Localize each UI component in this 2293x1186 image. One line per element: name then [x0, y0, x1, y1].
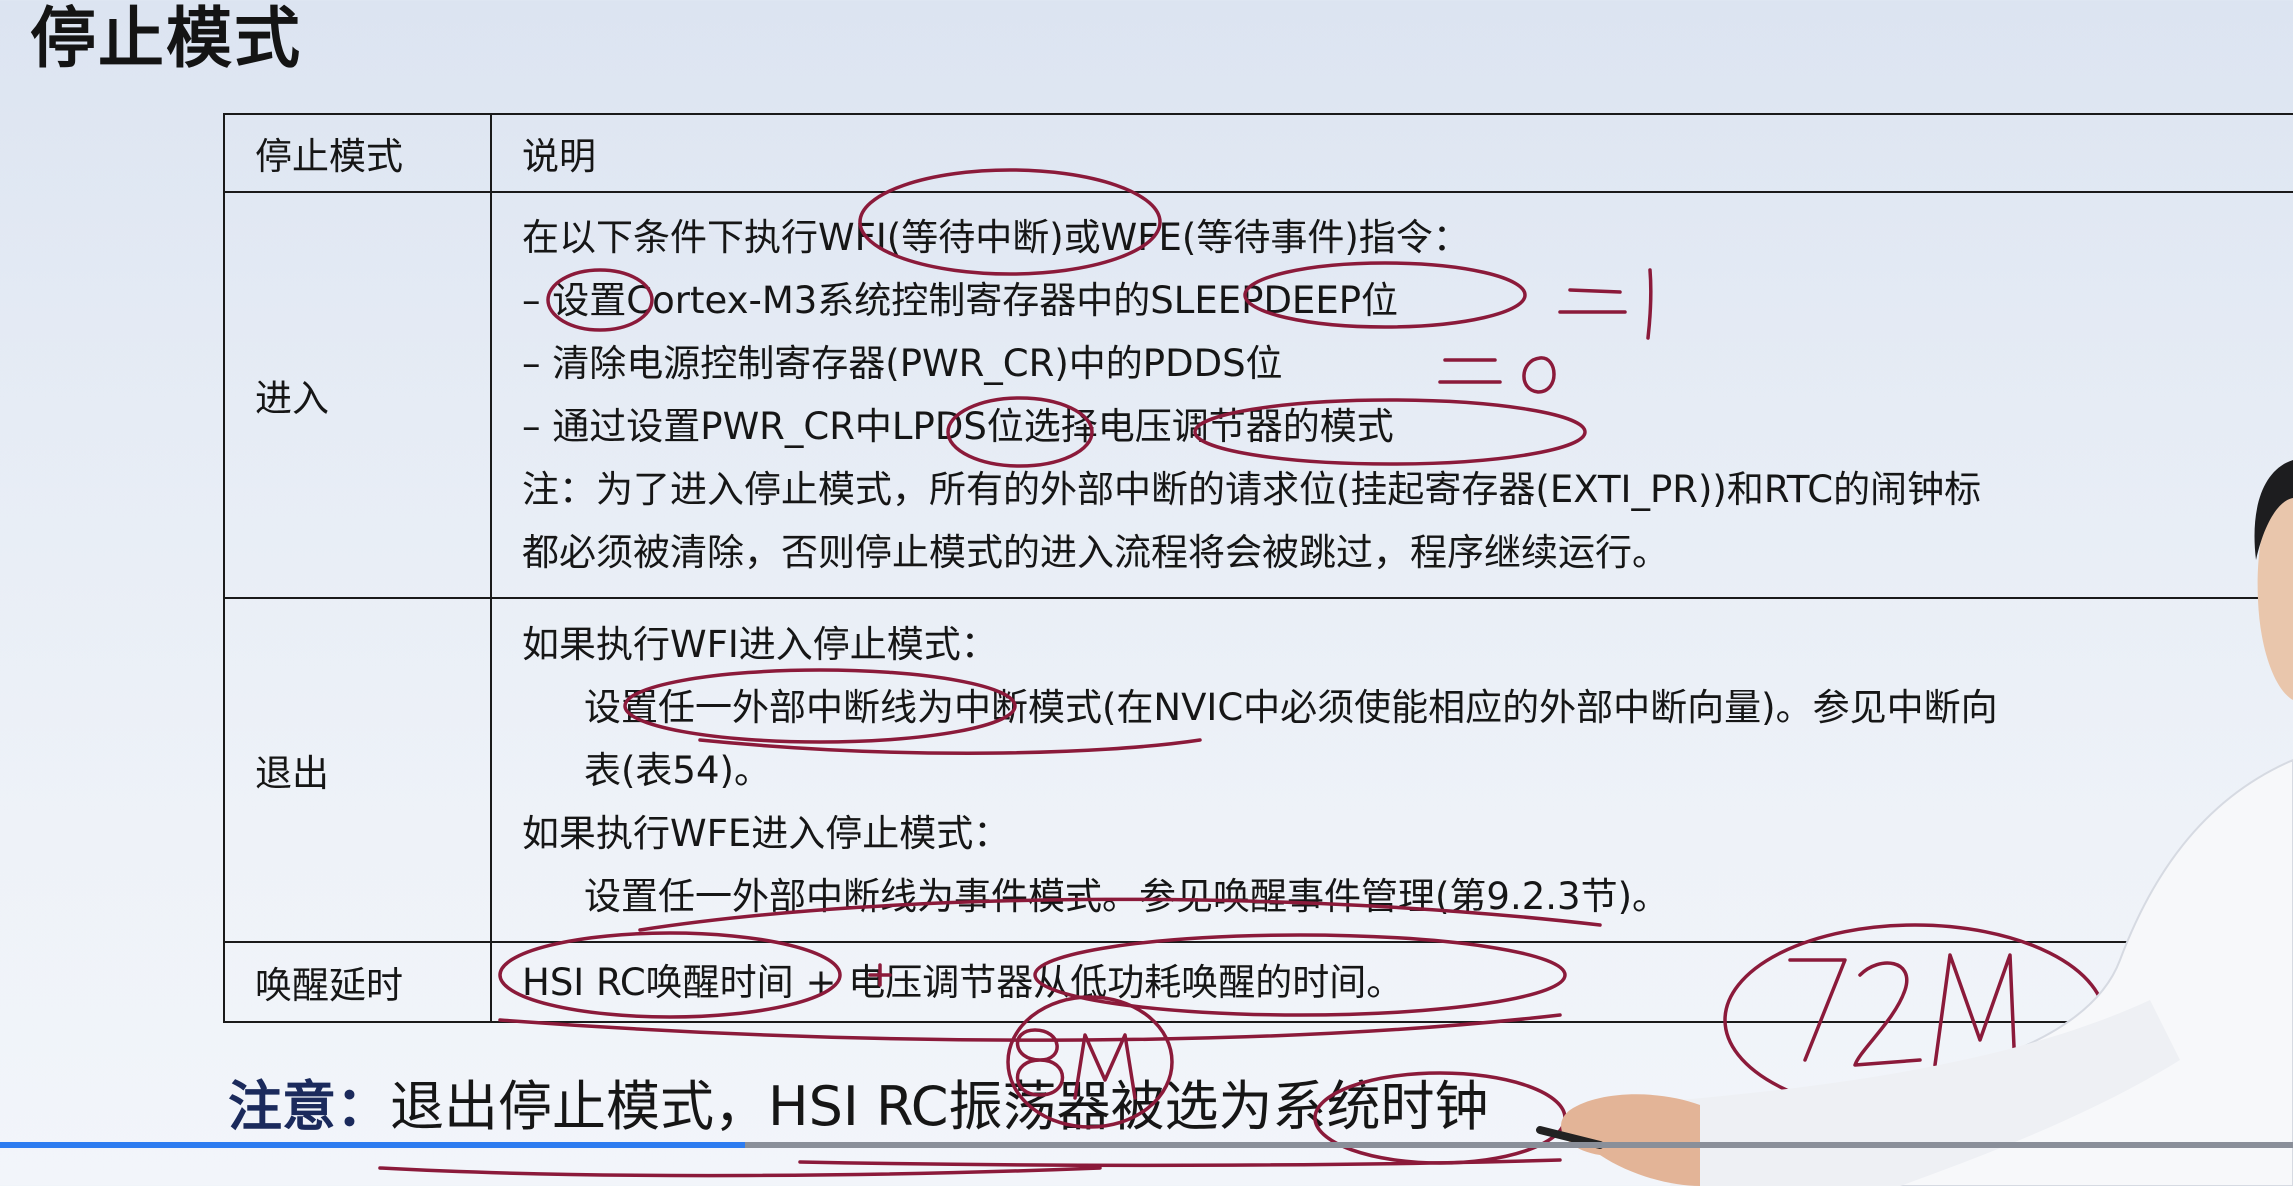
video-progress-bar[interactable]	[0, 1142, 2293, 1148]
video-progress-played	[0, 1142, 746, 1148]
presenter-figure	[1536, 460, 2293, 1186]
